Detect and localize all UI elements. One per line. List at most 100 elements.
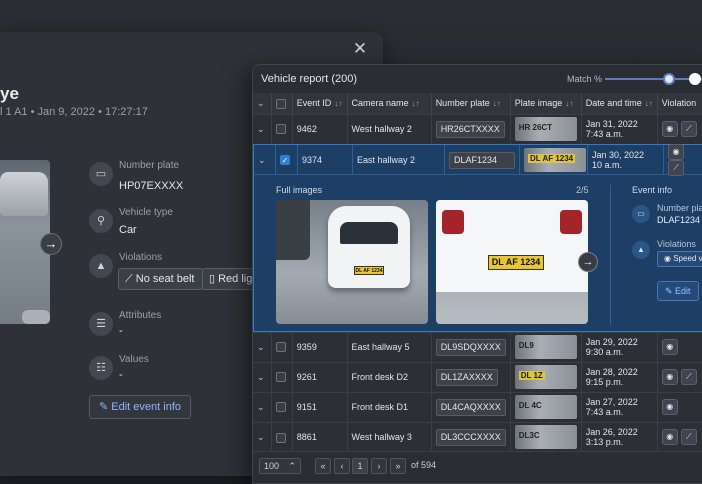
first-page-button[interactable]: « — [315, 458, 331, 474]
plate-image-cell[interactable]: DL3C — [510, 421, 582, 452]
camera-name-cell: East hallway 5 — [347, 331, 432, 362]
time: 9:15 p.m. — [585, 377, 624, 387]
violation-chip-no-seat-belt[interactable]: ⟋ No seat belt — [118, 268, 204, 290]
speed-icon[interactable]: ◉ — [661, 369, 678, 385]
plate-image-cell[interactable]: DL 4C — [510, 391, 582, 422]
camera-name-cell: West hallway 2 — [347, 113, 432, 144]
slider-handle[interactable] — [689, 73, 701, 85]
checkbox[interactable] — [276, 342, 287, 353]
plate-badge: DL9SDQXXXX — [435, 338, 506, 356]
col-camera-name[interactable]: Camera name ↓↑ — [347, 93, 432, 114]
plate-image-cell[interactable]: DL 1Z — [510, 361, 582, 392]
chevron-down-icon: ⌄ — [257, 123, 265, 134]
select-cell[interactable] — [271, 361, 293, 392]
column-label: Violation — [661, 98, 697, 109]
seatbelt-icon[interactable]: ⟋ — [680, 369, 697, 385]
plate-image[interactable]: DL3C — [514, 425, 577, 450]
number-plate-cell: DLAF1234 — [445, 145, 520, 175]
select-cell[interactable] — [271, 331, 293, 362]
expand-cell[interactable]: ⌄ — [253, 331, 273, 362]
expand-cell[interactable]: ⌄ — [254, 145, 276, 175]
event-date: Jan 9, 2022 — [37, 106, 96, 118]
car-image-shape: DL AF 1234 — [436, 200, 588, 292]
select-cell[interactable]: ✓ — [276, 145, 298, 175]
plate-image-cell[interactable]: HR 26CT — [510, 113, 582, 144]
col-event-id[interactable]: Event ID ↓↑ — [292, 93, 348, 114]
seatbelt-icon[interactable]: ⟋ — [668, 160, 684, 176]
next-image-button[interactable]: → — [578, 252, 598, 272]
slider-handle[interactable] — [663, 73, 675, 85]
expand-cell[interactable]: ⌄ — [253, 421, 273, 452]
select-cell[interactable] — [271, 421, 293, 452]
expand-all-header[interactable]: ⌄ — [253, 93, 273, 114]
chip-label: Speed vi — [673, 254, 702, 263]
select-cell[interactable] — [271, 391, 293, 422]
speed-icon[interactable]: ◉ — [661, 121, 678, 137]
page-size-select[interactable]: 100 ⌃ — [259, 458, 301, 474]
table-row[interactable]: ⌄ 9261 Front desk D2 DL1ZAXXXX DL 1Z Jan 28, … — [253, 361, 702, 392]
full-images-label: Full images — [276, 185, 323, 195]
table-row[interactable]: ⌄ 8861 West hallway 3 DL3CCCXXXX DL3C Jan 26,… — [253, 421, 702, 452]
speed-icon[interactable]: ◉ — [661, 339, 678, 355]
date-time-cell: Jan 28, 2022 9:15 p.m. — [581, 361, 658, 392]
plate-image-text: DL3C — [518, 431, 540, 441]
column-label: Camera name — [351, 98, 409, 109]
expand-cell[interactable]: ⌄ — [253, 391, 273, 422]
plate-image[interactable]: HR 26CT — [514, 117, 577, 141]
checkbox[interactable]: ✓ — [280, 155, 290, 165]
col-number-plate[interactable]: Number plate ↓↑ — [431, 93, 511, 114]
next-image-button[interactable]: → — [40, 233, 62, 255]
seatbelt-icon[interactable]: ⟋ — [680, 121, 697, 137]
checkbox[interactable] — [276, 372, 287, 383]
column-label: Event ID — [296, 98, 332, 109]
event-title: ye — [0, 84, 19, 103]
violation-chip-speed[interactable]: ◉ Speed vi — [657, 251, 702, 267]
col-date-time[interactable]: Date and time ↓↑ — [581, 93, 658, 114]
date: Jan 30, 2022 — [592, 150, 645, 160]
next-page-button[interactable]: › — [371, 458, 387, 474]
speed-icon[interactable]: ◉ — [661, 399, 678, 415]
table-row[interactable]: ⌄ 9359 East hallway 5 DL9SDQXXXX DL9 Jan 29, … — [253, 331, 702, 362]
expand-cell[interactable]: ⌄ — [253, 361, 273, 392]
selected-row-content[interactable]: ⌄ ✓ 9374 East hallway 2 DLAF1234 DL AF 1234 Ja… — [254, 144, 702, 176]
col-violation[interactable]: Violation — [657, 93, 702, 114]
last-page-button[interactable]: » — [390, 458, 406, 474]
field-value: HP07EXXXX — [119, 180, 184, 192]
select-cell[interactable] — [271, 113, 293, 144]
plate-image[interactable]: DL AF 1234 — [524, 148, 586, 172]
tail-light-shape — [442, 210, 464, 234]
table-row[interactable]: ⌄ 9462 West hallway 2 HR26CTXXXX HR 26CT Jan … — [253, 113, 702, 144]
traffic-light-icon: ▯ — [209, 273, 219, 285]
car-image-shape — [0, 172, 48, 216]
page-input[interactable]: 1 — [352, 458, 368, 474]
speed-icon[interactable]: ◉ — [661, 429, 678, 446]
checkbox[interactable] — [276, 124, 287, 135]
speed-icon[interactable]: ◉ — [668, 144, 684, 160]
edit-event-info-button[interactable]: ✎ Edit event info — [89, 395, 191, 419]
checkbox[interactable] — [276, 432, 287, 443]
prev-page-button[interactable]: ‹ — [334, 458, 350, 474]
plate-image-cell[interactable]: DL9 — [510, 331, 582, 362]
chevron-down-icon: ⌄ — [257, 341, 265, 352]
chip-label: Red lig — [218, 273, 253, 285]
col-plate-image[interactable]: Plate image ↓↑ — [510, 93, 582, 114]
car-image-shape — [276, 200, 310, 260]
full-image-2[interactable]: DL AF 1234 — [436, 200, 588, 324]
match-slider[interactable] — [605, 73, 702, 85]
seatbelt-icon[interactable]: ⟋ — [680, 429, 697, 446]
checkbox[interactable] — [276, 98, 287, 109]
close-icon[interactable]: ✕ — [352, 40, 368, 58]
full-image-1[interactable]: DL AF 1234 — [276, 200, 428, 324]
edit-event-info-button[interactable]: ✎ Edit — [657, 281, 699, 301]
event-id-cell: 9151 — [292, 391, 348, 422]
plate-image[interactable]: DL 4C — [514, 395, 577, 419]
plate-image[interactable]: DL 1Z — [514, 365, 577, 389]
plate-image-cell[interactable]: DL AF 1234 — [520, 145, 588, 175]
select-all-header[interactable] — [271, 93, 293, 114]
expand-cell[interactable]: ⌄ — [253, 113, 273, 144]
table-row[interactable]: ⌄ 9151 Front desk D1 DL4CAQXXXX DL 4C Jan 27,… — [253, 391, 702, 422]
plate-image-text: DL9 — [518, 341, 534, 350]
plate-image[interactable]: DL9 — [514, 335, 577, 359]
checkbox[interactable] — [276, 402, 287, 413]
chevron-down-icon: ⌄ — [257, 401, 265, 412]
